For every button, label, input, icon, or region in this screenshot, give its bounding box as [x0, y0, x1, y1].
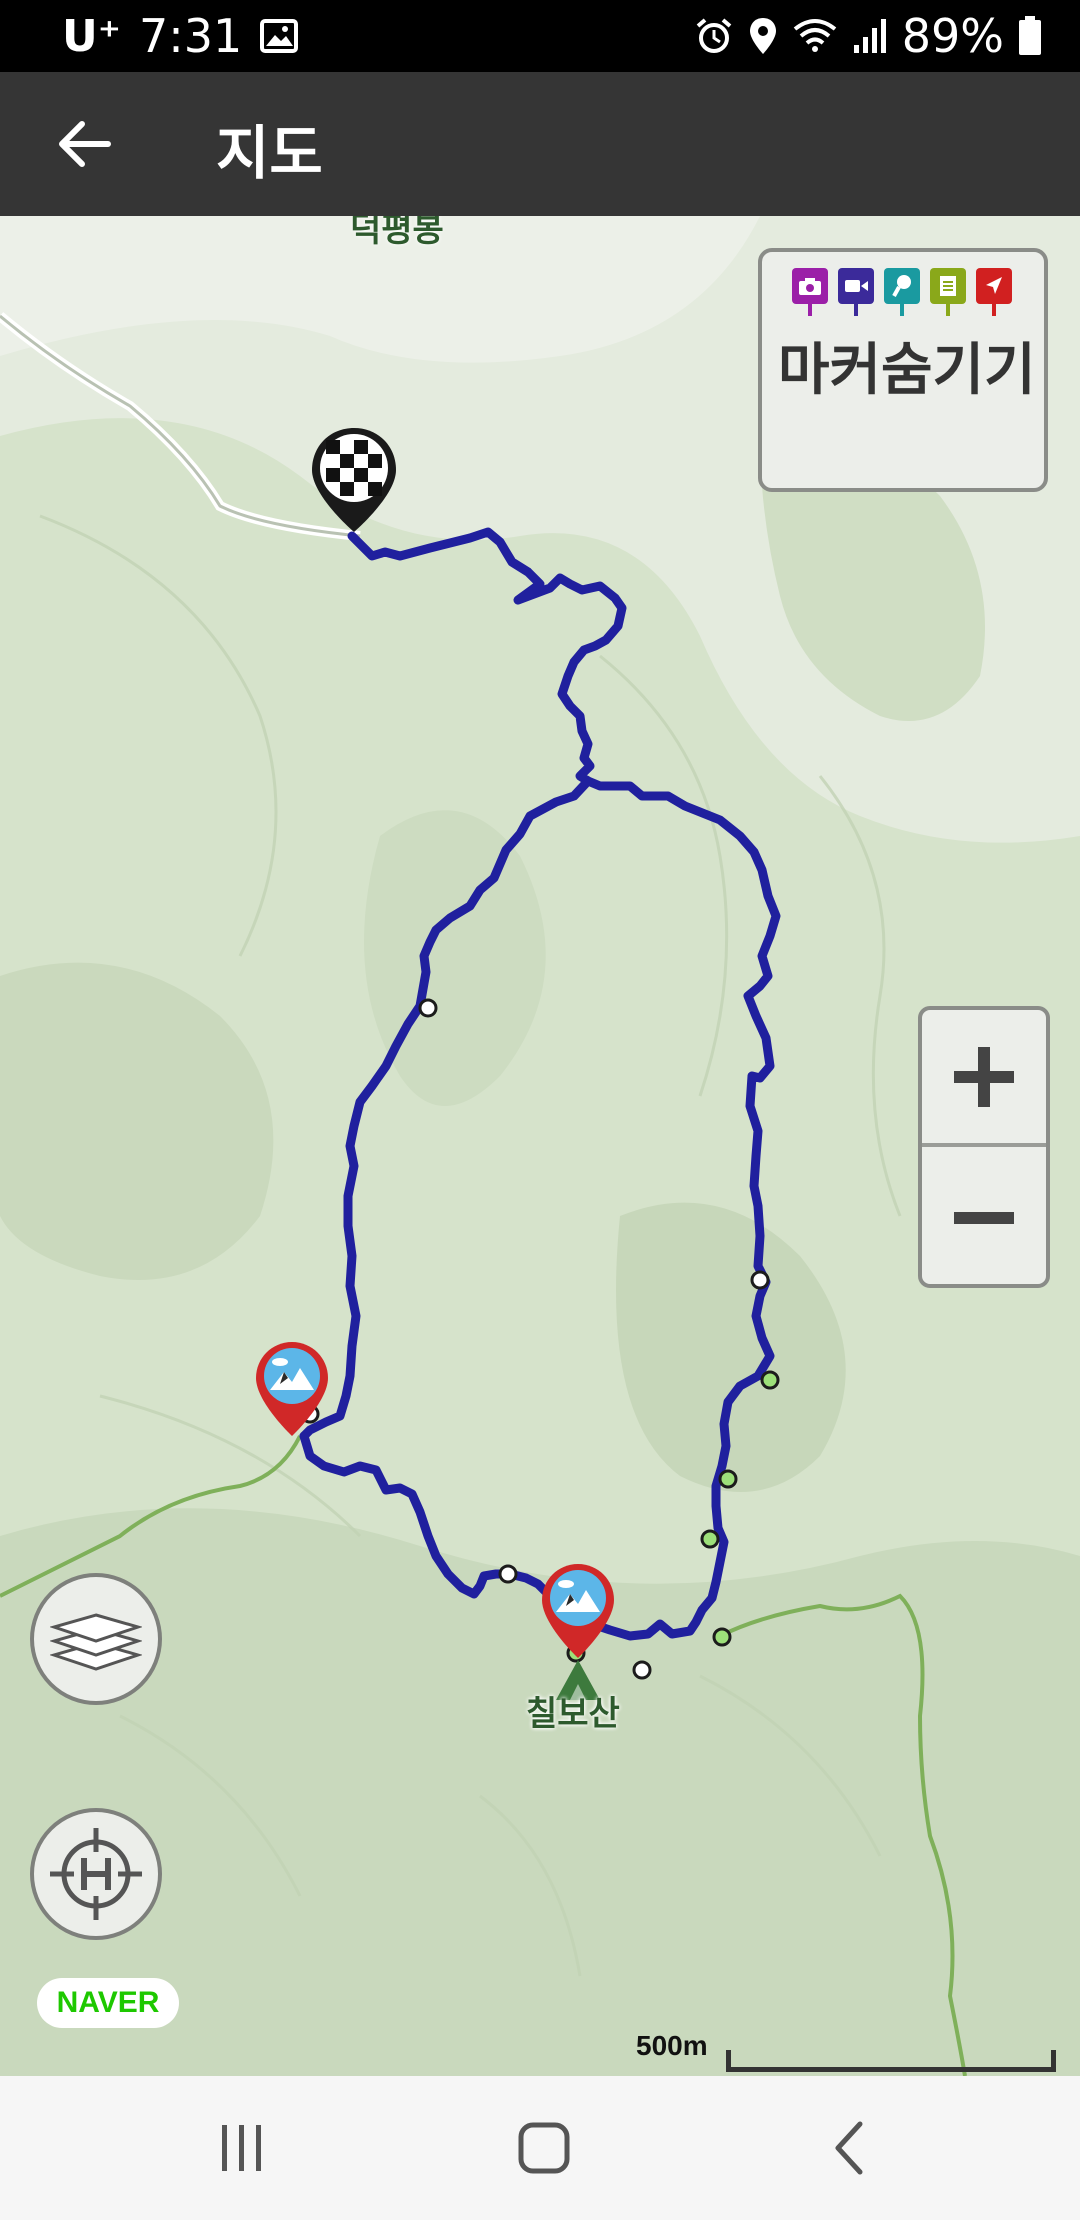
waypoint-dot	[718, 1469, 738, 1489]
naver-logo: NAVER	[37, 1978, 179, 2028]
battery-icon	[1018, 16, 1042, 56]
marker-type-icons	[792, 268, 1012, 316]
back-nav-icon	[835, 2121, 863, 2175]
hide-markers-button[interactable]: 마커숨기기	[758, 248, 1048, 492]
signal-icon	[852, 17, 888, 55]
location-icon	[748, 16, 778, 56]
system-nav-bar	[0, 2076, 1080, 2220]
video-marker-icon	[838, 268, 874, 316]
gps-home-icon	[50, 1828, 142, 1920]
scale-bar	[726, 2050, 1056, 2072]
layers-icon	[50, 1613, 142, 1671]
zoom-out-button[interactable]	[922, 1149, 1046, 1284]
home-button[interactable]	[504, 2108, 584, 2188]
battery-percent: 89%	[901, 9, 1004, 63]
recent-apps-button[interactable]	[202, 2108, 282, 2188]
waypoint-dot	[712, 1627, 732, 1647]
back-nav-button[interactable]	[808, 2108, 888, 2188]
arrow-left-icon	[59, 121, 111, 167]
layers-button[interactable]	[30, 1573, 162, 1705]
zoom-controls	[918, 1006, 1050, 1288]
back-button[interactable]	[44, 108, 124, 180]
waypoint-dot	[498, 1564, 518, 1584]
waypoint-dot	[632, 1660, 652, 1680]
alarm-icon	[694, 16, 734, 56]
clock: 7:31	[138, 9, 243, 63]
home-icon	[518, 2122, 570, 2174]
plus-icon	[954, 1046, 1014, 1107]
gallery-icon	[260, 19, 299, 53]
voice-marker-icon	[884, 268, 920, 316]
minus-icon	[954, 1211, 1014, 1224]
status-bar: U⁺ 7:31 89%	[0, 0, 1080, 72]
recent-apps-icon	[222, 2125, 261, 2171]
waypoint-dot	[760, 1370, 780, 1390]
hide-markers-label: 마커숨기기	[778, 338, 1036, 403]
app-bar: 지도	[0, 72, 1080, 216]
wifi-icon	[792, 17, 838, 55]
peak-label: 칠보산	[526, 1694, 620, 1734]
map-view[interactable]: 덕평봉 칠보산 마커숨기기 NAVER 500m	[0, 216, 1080, 2076]
top-map-label: 덕평봉	[350, 216, 444, 250]
page-title: 지도	[216, 119, 323, 187]
location-marker-icon	[976, 268, 1012, 316]
zoom-in-button[interactable]	[922, 1010, 1046, 1147]
gps-home-button[interactable]	[30, 1808, 162, 1940]
waypoint-dot	[700, 1529, 720, 1549]
photo-marker-icon	[792, 268, 828, 316]
waypoint-dot	[750, 1270, 770, 1290]
memo-marker-icon	[930, 268, 966, 316]
scale-label: 500m	[636, 2030, 708, 2061]
map-scale: 500m	[636, 2030, 1056, 2074]
carrier-label: U⁺	[62, 10, 121, 62]
waypoint-dot	[418, 998, 438, 1018]
